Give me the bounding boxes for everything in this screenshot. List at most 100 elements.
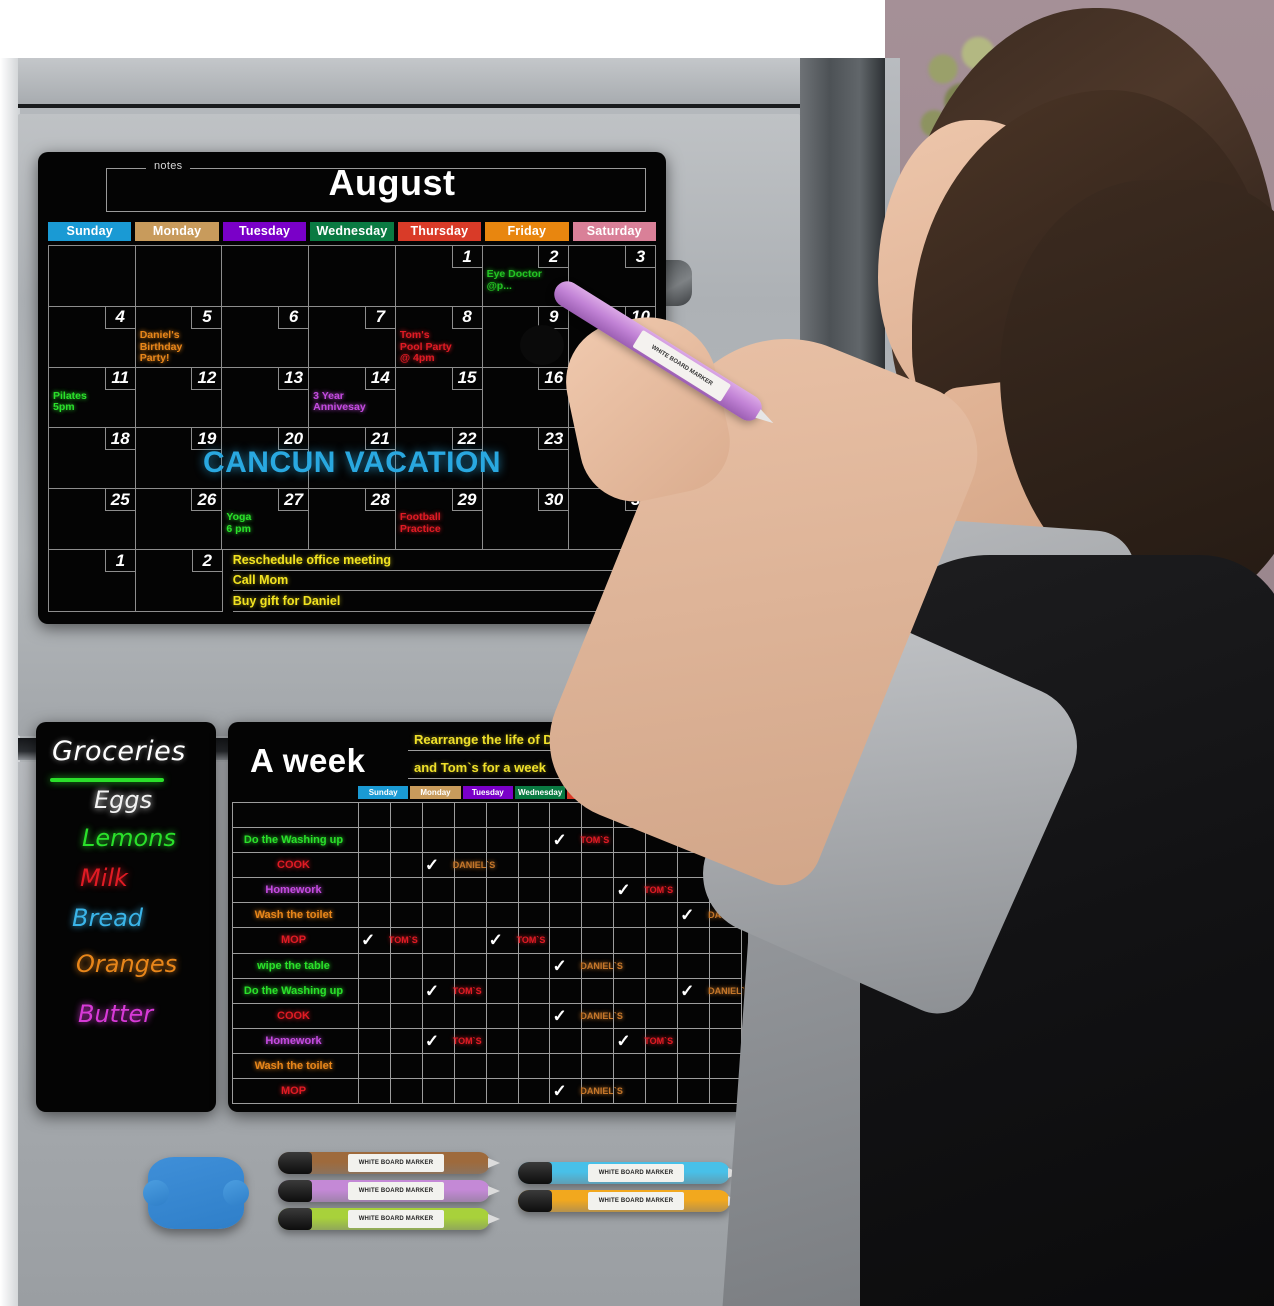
chore-check-cell[interactable] [550,903,583,929]
chore-check-cell[interactable] [422,1053,455,1079]
todo-line[interactable]: Reschedule office meeting [232,550,655,571]
chore-check-cell[interactable] [678,1003,711,1029]
chore-check-cell[interactable]: ✓ TOM`S [614,878,673,904]
calendar-day-cell[interactable]: 10 [569,306,656,368]
calendar-day-cell[interactable]: 19 [135,428,223,490]
calendar-day-cell[interactable] [49,246,136,307]
todo-notes-area[interactable]: Reschedule office meeting Call Mom Buy gif… [223,550,656,612]
chore-check-cell[interactable] [518,1028,551,1054]
week-chore-grid[interactable]: Do the Washing up ✓ TOM`S COOK ✓ DANIEL`S Home… [232,802,748,1104]
chore-check-cell[interactable] [390,803,423,829]
chore-check-cell[interactable]: ✓ TOM`S [486,928,545,954]
chore-check-cell[interactable] [646,1053,679,1079]
chore-check-cell[interactable] [454,828,487,854]
chore-check-cell[interactable] [646,803,679,829]
chore-check-cell[interactable] [678,1028,711,1054]
chore-check-cell[interactable] [646,853,679,879]
chore-check-cell[interactable]: ✓ TOM`S [359,928,418,954]
chore-check-cell[interactable] [614,1053,647,1079]
calendar-day-cell[interactable]: 4 [49,306,136,368]
chore-check-cell[interactable] [710,1078,742,1104]
chore-check-cell[interactable] [518,978,551,1004]
chore-check-cell[interactable]: ✓ DANIEL`S [422,853,495,879]
chore-check-cell[interactable] [359,978,391,1004]
calendar-day-cell[interactable]: 17 [569,367,656,429]
purple-marker[interactable]: WHITE BOARD MARKER [278,1180,500,1202]
chore-check-cell[interactable] [359,1003,391,1029]
chore-check-cell[interactable] [390,953,423,979]
chore-check-cell[interactable] [646,953,679,979]
calendar-day-cell[interactable]: 22 [395,428,483,490]
chore-check-cell[interactable] [582,1053,615,1079]
chore-check-cell[interactable] [582,828,615,854]
chore-check-cell[interactable] [550,1028,583,1054]
green-marker[interactable]: WHITE BOARD MARKER [278,1208,500,1230]
chore-check-cell[interactable] [646,1003,679,1029]
chore-check-cell[interactable] [486,878,519,904]
chore-check-cell[interactable] [486,903,519,929]
chore-check-cell[interactable] [614,853,647,879]
chore-check-cell[interactable]: ✓ TOM`S [614,1028,673,1054]
chore-check-cell[interactable] [710,1028,742,1054]
chore-check-cell[interactable] [710,1053,742,1079]
chore-check-cell[interactable] [454,903,487,929]
chore-check-cell[interactable] [614,828,647,854]
calendar-day-cell[interactable]: 13 [222,367,310,429]
calendar-day-cell[interactable]: 6 [222,306,310,368]
chore-check-cell[interactable] [710,853,742,879]
calendar-day-cell[interactable] [222,246,310,307]
chore-check-cell[interactable] [359,828,391,854]
chore-check-cell[interactable] [710,978,742,1004]
chore-check-cell[interactable] [582,853,615,879]
chore-check-cell[interactable]: ✓ TOM`S [550,828,609,854]
chore-check-cell[interactable] [359,903,391,929]
orange-marker[interactable]: WHITE BOARD MARKER [518,1190,740,1212]
chore-check-cell[interactable] [390,1028,423,1054]
chore-check-cell[interactable] [646,903,679,929]
chore-check-cell[interactable] [518,828,551,854]
chore-check-cell[interactable] [518,928,551,954]
chore-check-cell[interactable]: ✓ DANIEL`S [550,1078,623,1104]
chore-check-cell[interactable] [614,1003,647,1029]
chore-check-cell[interactable] [678,803,711,829]
chore-check-cell[interactable] [486,1028,519,1054]
chore-check-cell[interactable] [454,878,487,904]
chore-check-cell[interactable] [518,853,551,879]
chore-check-cell[interactable] [582,1028,615,1054]
chore-check-cell[interactable] [678,878,711,904]
chore-check-cell[interactable] [359,878,391,904]
chore-check-cell[interactable] [550,1053,583,1079]
chore-check-cell[interactable] [518,803,551,829]
chore-check-cell[interactable] [678,828,711,854]
calendar-day-cell[interactable]: 2 Eye Doctor @p... [482,246,570,307]
calendar-day-cell[interactable]: 16 [482,367,570,429]
calendar-day-cell[interactable]: 31 [569,489,656,550]
chore-check-cell[interactable] [518,1078,551,1104]
chore-check-cell[interactable] [582,1003,615,1029]
chore-check-cell[interactable] [710,1003,742,1029]
calendar-day-cell[interactable]: 26 [135,489,223,550]
chore-check-cell[interactable] [359,853,391,879]
chore-check-cell[interactable]: ✓ DANIEL`S [550,1003,623,1029]
todo-line[interactable]: Buy gift for Daniel [232,591,655,612]
chore-check-cell[interactable] [390,928,423,954]
chore-check-cell[interactable]: ✓ DANIEL`S [678,978,748,1004]
chore-check-cell[interactable] [486,953,519,979]
last-row-cell[interactable]: 2 [135,550,223,612]
chore-check-cell[interactable] [454,1003,487,1029]
chore-check-cell[interactable] [359,953,391,979]
chore-check-cell[interactable] [518,1053,551,1079]
chore-check-cell[interactable] [710,953,742,979]
chore-check-cell[interactable] [486,978,519,1004]
calendar-day-cell[interactable] [135,246,223,307]
chore-check-cell[interactable] [486,1078,519,1104]
chore-check-cell[interactable] [710,878,742,904]
chore-check-cell[interactable] [390,1003,423,1029]
chore-check-cell[interactable] [710,903,742,929]
chore-check-cell[interactable] [422,828,455,854]
chore-check-cell[interactable] [646,928,679,954]
chore-check-cell[interactable] [390,828,423,854]
chore-check-cell[interactable] [614,978,647,1004]
chore-check-cell[interactable] [678,1053,711,1079]
cyan-marker[interactable]: WHITE BOARD MARKER [518,1162,740,1184]
